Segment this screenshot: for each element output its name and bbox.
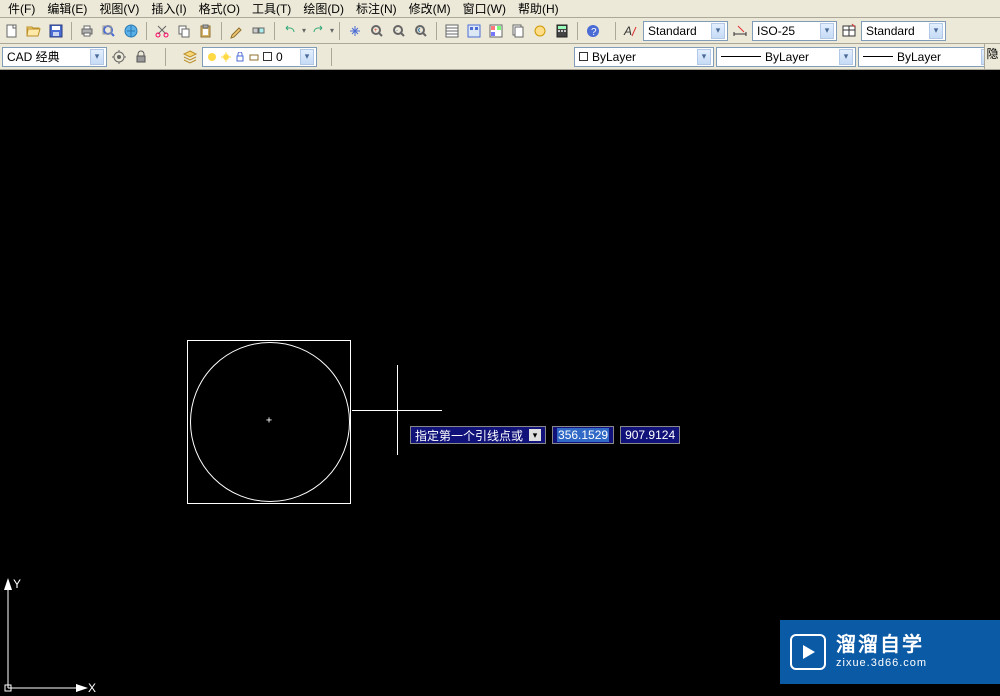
new-button[interactable] (2, 21, 22, 41)
dim-style-icon[interactable] (730, 21, 750, 41)
markup-button[interactable] (530, 21, 550, 41)
menu-bar: 件(F) 编辑(E) 视图(V) 插入(I) 格式(O) 工具(T) 绘图(D)… (0, 0, 1000, 18)
zoom-realtime-button[interactable]: + (367, 21, 387, 41)
layer-manager-button[interactable] (180, 47, 200, 67)
chevron-down-icon: ▾ (697, 49, 711, 65)
sun-icon (221, 52, 231, 62)
down-arrow-icon[interactable]: ▾ (529, 429, 541, 441)
help-button[interactable]: ? (583, 21, 603, 41)
menu-draw[interactable]: 绘图(D) (297, 0, 350, 18)
print-button[interactable] (77, 21, 97, 41)
properties-button[interactable] (442, 21, 462, 41)
dynamic-y-value: 907.9124 (625, 428, 675, 442)
svg-text:-: - (396, 28, 398, 34)
workspace-settings-button[interactable] (109, 47, 129, 67)
lineweight-value: ByLayer (897, 50, 941, 64)
chevron-down-icon: ▾ (820, 23, 834, 39)
zoom-window-button[interactable]: - (389, 21, 409, 41)
ucs-icon: Y X (0, 576, 100, 696)
dynamic-x-input[interactable]: 356.1529 (552, 426, 614, 444)
color-swatch (579, 52, 588, 61)
text-style-icon[interactable]: A (621, 21, 641, 41)
dim-style-combo[interactable]: ISO-25 ▾ (752, 21, 837, 41)
layer-color-swatch (263, 52, 272, 61)
bulb-icon (207, 52, 217, 62)
line-sample-icon (721, 56, 761, 57)
watermark: 溜溜自学 zixue.3d66.com (780, 620, 1000, 684)
watermark-brand: 溜溜自学 (836, 633, 927, 657)
open-button[interactable] (24, 21, 44, 41)
text-style-value: Standard (648, 24, 697, 38)
svg-text:?: ? (591, 27, 597, 38)
menu-file[interactable]: 件(F) (2, 0, 41, 18)
publish-button[interactable] (121, 21, 141, 41)
color-combo[interactable]: ByLayer ▾ (574, 47, 714, 67)
menu-format[interactable]: 格式(O) (193, 0, 246, 18)
lock-icon (235, 52, 245, 62)
dim-style-value: ISO-25 (757, 24, 795, 38)
table-style-icon[interactable] (839, 21, 859, 41)
workspace-lock-button[interactable] (131, 47, 151, 67)
chevron-down-icon: ▾ (300, 49, 314, 65)
menu-insert[interactable]: 插入(I) (145, 0, 192, 18)
paste-button[interactable] (196, 21, 216, 41)
match-prop-button[interactable] (227, 21, 247, 41)
play-icon (790, 634, 826, 670)
svg-text:A: A (623, 24, 632, 38)
layer-name: 0 (276, 50, 283, 64)
right-clipped-panel: 隐 (984, 44, 1000, 70)
svg-text:+: + (374, 28, 378, 34)
chevron-down-icon: ▾ (711, 23, 725, 39)
save-button[interactable] (46, 21, 66, 41)
linetype-combo[interactable]: ByLayer ▾ (716, 47, 856, 67)
menu-edit[interactable]: 编辑(E) (41, 0, 93, 18)
tool-palettes-button[interactable] (486, 21, 506, 41)
menu-view[interactable]: 视图(V) (93, 0, 145, 18)
menu-modify[interactable]: 修改(M) (403, 0, 457, 18)
chevron-down-icon: ▾ (929, 23, 943, 39)
lineweight-combo[interactable]: ByLayer ▾ (858, 47, 998, 67)
linetype-value: ByLayer (765, 50, 809, 64)
zoom-prev-button[interactable] (411, 21, 431, 41)
quickcalc-button[interactable] (552, 21, 572, 41)
menu-help[interactable]: 帮助(H) (512, 0, 565, 18)
dynamic-y-input[interactable]: 907.9124 (620, 426, 680, 444)
color-value: ByLayer (592, 50, 636, 64)
undo-button[interactable] (280, 21, 300, 41)
table-style-value: Standard (866, 24, 915, 38)
dynamic-input: 指定第一个引线点或 ▾ 356.1529 907.9124 (410, 426, 680, 444)
block-editor-button[interactable] (249, 21, 269, 41)
pan-button[interactable] (345, 21, 365, 41)
prompt-text: 指定第一个引线点或 (415, 427, 523, 444)
design-center-button[interactable] (464, 21, 484, 41)
watermark-url: zixue.3d66.com (836, 657, 927, 670)
preview-button[interactable] (99, 21, 119, 41)
dynamic-x-value: 356.1529 (557, 428, 609, 442)
lineweight-sample-icon (863, 56, 893, 57)
drawing-canvas[interactable]: + 指定第一个引线点或 ▾ 356.1529 907.9124 Y X 溜溜 (0, 70, 1000, 696)
menu-window[interactable]: 窗口(W) (457, 0, 512, 18)
text-style-combo[interactable]: Standard ▾ (643, 21, 728, 41)
cut-button[interactable] (152, 21, 172, 41)
svg-text:Y: Y (13, 577, 21, 591)
workspace-combo[interactable]: CAD 经典 ▾ (2, 47, 107, 67)
chevron-down-icon: ▾ (90, 49, 104, 65)
menu-tools[interactable]: 工具(T) (246, 0, 297, 18)
center-marker: + (266, 415, 272, 426)
redo-button[interactable] (308, 21, 328, 41)
plot-icon (249, 52, 259, 62)
chevron-down-icon: ▾ (839, 49, 853, 65)
table-style-combo[interactable]: Standard ▾ (861, 21, 946, 41)
dynamic-prompt: 指定第一个引线点或 ▾ (410, 426, 546, 444)
sheetset-button[interactable] (508, 21, 528, 41)
toolbar-standard: ▾ ▾ + - ? A Standard ▾ ISO-25 ▾ Standard… (0, 18, 1000, 44)
layer-combo[interactable]: 0 ▾ (202, 47, 317, 67)
menu-dimension[interactable]: 标注(N) (350, 0, 403, 18)
workspace-value: CAD 经典 (7, 48, 60, 65)
svg-text:X: X (88, 681, 96, 695)
toolbar-styles: CAD 经典 ▾ 0 ▾ ByLayer ▾ ByLayer ▾ ByLayer… (0, 44, 1000, 70)
copy-button[interactable] (174, 21, 194, 41)
